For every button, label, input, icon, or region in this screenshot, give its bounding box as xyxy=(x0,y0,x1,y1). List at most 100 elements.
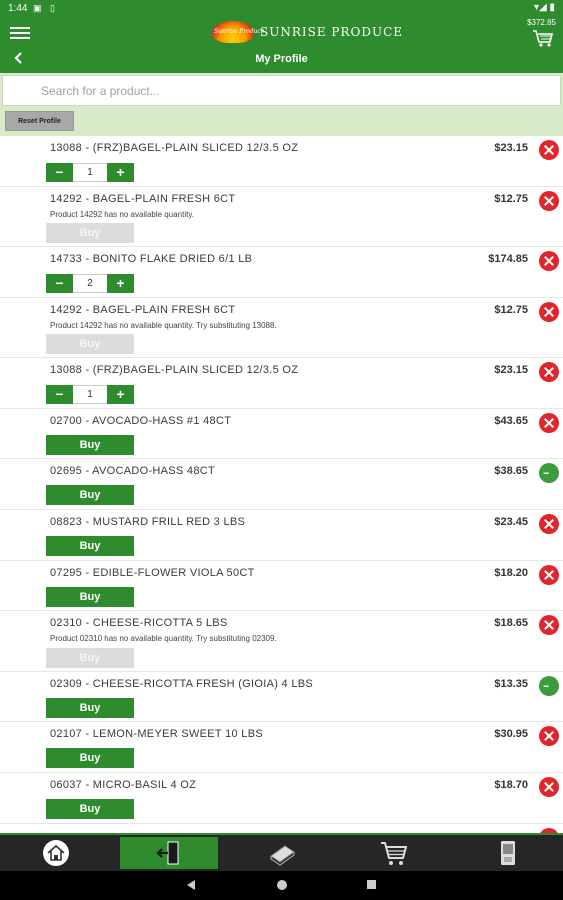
quantity-value[interactable]: 1 xyxy=(73,385,107,404)
product-name: 14292 - BAGEL-PLAIN FRESH 6CT xyxy=(50,304,236,316)
list-item: 13088 - (FRZ)BAGEL-PLAIN SLICED 12/3.5 O… xyxy=(0,358,563,409)
reset-profile-button[interactable]: Reset Profile xyxy=(5,111,74,131)
remove-icon[interactable] xyxy=(539,362,559,382)
remove-icon[interactable] xyxy=(539,413,559,433)
logo-script: Sunrise Produce xyxy=(214,28,265,35)
brand-logo: Sunrise Produce SUNRISE PRODUCE xyxy=(212,21,403,43)
remove-icon[interactable] xyxy=(539,777,559,797)
buy-button[interactable]: Buy xyxy=(46,536,134,556)
more-icon[interactable] xyxy=(539,463,559,483)
product-price: $23.45 xyxy=(494,516,528,528)
remove-icon[interactable] xyxy=(539,615,559,635)
product-name: 07295 - EDIBLE-FLOWER VIOLA 50CT xyxy=(50,567,255,579)
availability-message: Product 14292 has no available quantity.… xyxy=(50,321,277,330)
product-price: $13.35 xyxy=(494,678,528,690)
menu-icon[interactable] xyxy=(10,24,30,40)
remove-icon[interactable] xyxy=(539,565,559,585)
cart-icon[interactable] xyxy=(532,28,554,48)
app-header: Sunrise Produce SUNRISE PRODUCE $372.85 … xyxy=(0,18,563,73)
buy-button[interactable]: Buy xyxy=(46,334,134,354)
product-price: $18.65 xyxy=(494,617,528,629)
buy-button[interactable]: Buy xyxy=(46,698,134,718)
system-home-icon[interactable] xyxy=(276,879,288,891)
decrement-button[interactable]: − xyxy=(46,163,73,182)
more-icon[interactable] xyxy=(539,676,559,696)
remove-icon[interactable] xyxy=(539,191,559,211)
page-title: My Profile xyxy=(255,53,308,65)
quantity-value[interactable]: 1 xyxy=(73,163,107,182)
buy-button[interactable]: Buy xyxy=(46,587,134,607)
list-item: 06037 - MICRO-BASIL 4 OZ $18.70 Buy xyxy=(0,773,563,824)
increment-button[interactable]: + xyxy=(107,163,134,182)
status-bar: 1:44 ▣ ▯ ▾◢ ▮ xyxy=(0,0,563,18)
list-item: 02310 - CHEESE-RICOTTA 5 LBS $18.65 Prod… xyxy=(0,611,563,672)
list-item: 07295 - EDIBLE-FLOWER VIOLA 50CT $18.20 … xyxy=(0,561,563,611)
list-item: 14292 - BAGEL-PLAIN FRESH 6CT $12.75 Pro… xyxy=(0,298,563,358)
nav-logout[interactable] xyxy=(120,837,218,869)
product-price: $23.15 xyxy=(494,364,528,376)
list-item: 13088 - (FRZ)BAGEL-PLAIN SLICED 12/3.5 O… xyxy=(0,136,563,187)
availability-message: Product 14292 has no available quantity. xyxy=(50,210,194,219)
product-price: $30.95 xyxy=(494,728,528,740)
list-item: 02700 - AVOCADO-HASS #1 48CT $43.65 Buy xyxy=(0,409,563,459)
buy-button[interactable]: Buy xyxy=(46,648,134,668)
list-item xyxy=(0,824,563,833)
buy-button[interactable]: Buy xyxy=(46,223,134,243)
product-name: 06037 - MICRO-BASIL 4 OZ xyxy=(50,779,197,791)
list-item: 14292 - BAGEL-PLAIN FRESH 6CT $12.75 Pro… xyxy=(0,187,563,247)
list-item: 02695 - AVOCADO-HASS 48CT $38.65 Buy xyxy=(0,459,563,510)
buy-button[interactable]: Buy xyxy=(46,435,134,455)
cart-total: $372.85 xyxy=(527,18,556,27)
quantity-stepper: − 2 + xyxy=(46,274,134,293)
logout-icon xyxy=(156,841,179,865)
phone-icon xyxy=(501,841,515,865)
list-item: 02309 - CHEESE-RICOTTA FRESH (GIOIA) 4 L… xyxy=(0,672,563,722)
product-list[interactable]: 13088 - (FRZ)BAGEL-PLAIN SLICED 12/3.5 O… xyxy=(0,136,563,833)
decrement-button[interactable]: − xyxy=(46,274,73,293)
increment-button[interactable]: + xyxy=(107,385,134,404)
home-icon xyxy=(43,840,69,866)
product-name: 13088 - (FRZ)BAGEL-PLAIN SLICED 12/3.5 O… xyxy=(50,364,299,376)
buy-button[interactable]: Buy xyxy=(46,799,134,819)
list-item: 14733 - BONITO FLAKE DRIED 6/1 LB $174.8… xyxy=(0,247,563,298)
product-name: 02309 - CHEESE-RICOTTA FRESH (GIOIA) 4 L… xyxy=(50,678,314,690)
nav-contact[interactable] xyxy=(494,837,522,869)
product-name: 14733 - BONITO FLAKE DRIED 6/1 LB xyxy=(50,253,253,265)
increment-button[interactable]: + xyxy=(107,274,134,293)
product-name: 02107 - LEMON-MEYER SWEET 10 LBS xyxy=(50,728,263,740)
search-bar xyxy=(0,73,563,108)
system-recents-icon[interactable] xyxy=(366,879,377,890)
buy-button[interactable]: Buy xyxy=(46,748,134,768)
product-price: $12.75 xyxy=(494,193,528,205)
product-price: $43.65 xyxy=(494,415,528,427)
product-name: 02310 - CHEESE-RICOTTA 5 LBS xyxy=(50,617,228,629)
remove-icon[interactable] xyxy=(539,514,559,534)
nav-cart[interactable] xyxy=(378,837,410,869)
search-input[interactable] xyxy=(2,75,561,106)
cart-icon xyxy=(381,842,408,865)
remove-icon[interactable] xyxy=(539,140,559,160)
list-item: 08823 - MUSTARD FRILL RED 3 LBS $23.45 B… xyxy=(0,510,563,561)
product-price: $12.75 xyxy=(494,304,528,316)
reset-row: Reset Profile xyxy=(0,108,563,136)
remove-icon[interactable] xyxy=(539,726,559,746)
quantity-value[interactable]: 2 xyxy=(73,274,107,293)
status-time: 1:44 xyxy=(8,3,28,14)
product-price: $38.65 xyxy=(494,465,528,477)
remove-icon[interactable] xyxy=(539,251,559,271)
nav-catalog[interactable] xyxy=(266,837,298,869)
bottom-nav xyxy=(0,833,563,871)
product-price: $18.20 xyxy=(494,567,528,579)
remove-icon[interactable] xyxy=(539,302,559,322)
sunrise-logo-icon: Sunrise Produce xyxy=(212,21,264,43)
system-back-icon[interactable] xyxy=(186,879,196,891)
quantity-stepper: − 1 + xyxy=(46,163,134,182)
decrement-button[interactable]: − xyxy=(46,385,73,404)
product-name: 08823 - MUSTARD FRILL RED 3 LBS xyxy=(50,516,246,528)
quantity-stepper: − 1 + xyxy=(46,385,134,404)
nav-home[interactable] xyxy=(40,837,72,869)
notification-icons: ▣ ▯ xyxy=(33,3,58,13)
signal-battery-icons: ▾◢ ▮ xyxy=(534,2,555,13)
buy-button[interactable]: Buy xyxy=(46,485,134,505)
system-nav-bar xyxy=(0,871,563,900)
